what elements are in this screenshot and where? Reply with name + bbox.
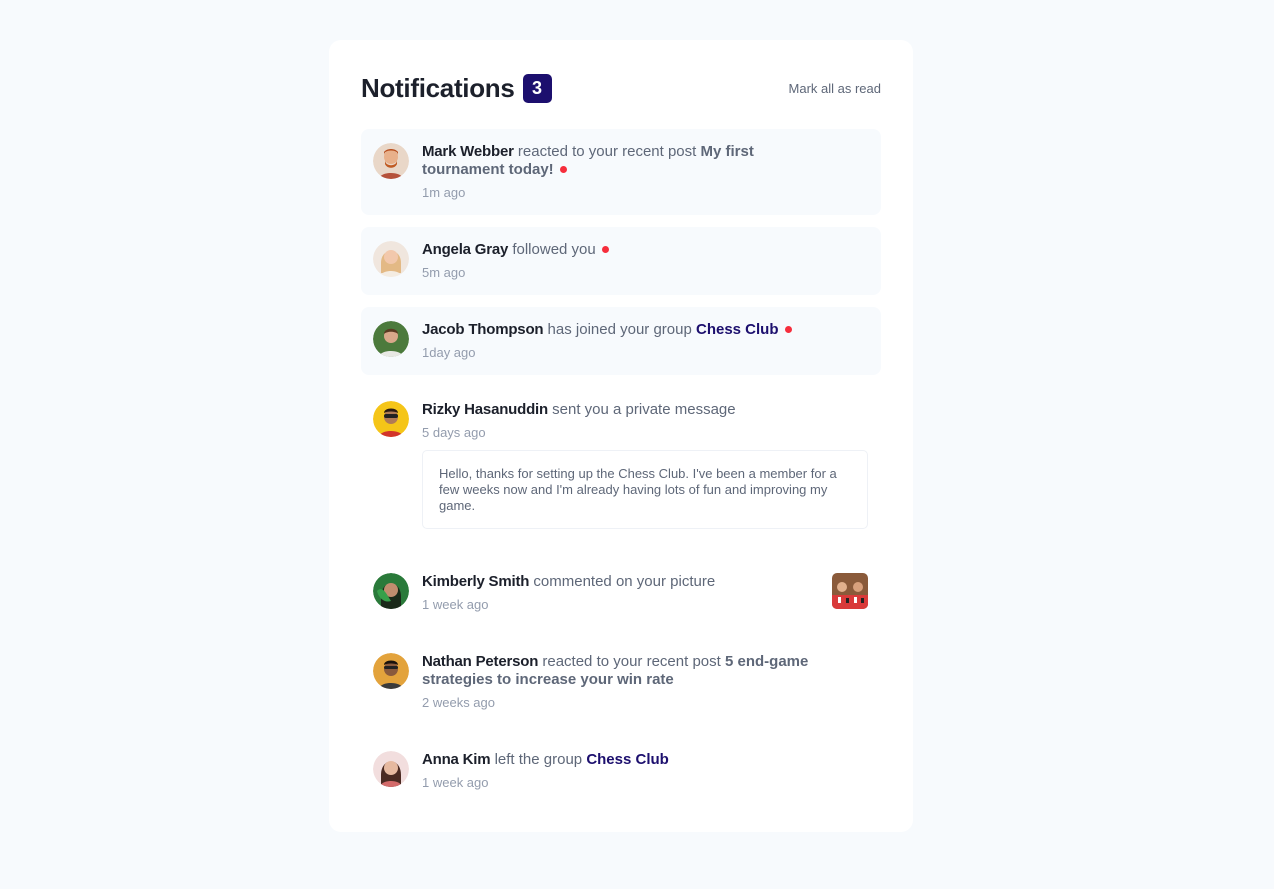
action-text: followed you: [508, 241, 596, 258]
notification-text: Mark Webber reacted to your recent post …: [422, 143, 869, 179]
user-name-link[interactable]: Rizky Hasanuddin: [422, 401, 548, 418]
avatar-rizky-hasanuddin[interactable]: [373, 401, 409, 437]
unread-dot: [784, 325, 792, 333]
action-text: commented on your picture: [529, 573, 716, 590]
user-name-link[interactable]: Mark Webber: [422, 143, 514, 160]
timestamp: 2 weeks ago: [422, 695, 495, 710]
user-name-link[interactable]: Kimberly Smith: [422, 573, 529, 590]
timestamp: 1day ago: [422, 345, 476, 360]
avatar-nathan-peterson[interactable]: [373, 653, 409, 689]
notification-item[interactable]: Anna Kim left the group Chess Club 1 wee…: [361, 737, 881, 805]
timestamp: 1 week ago: [422, 775, 489, 790]
notification-item[interactable]: Angela Gray followed you 5m ago: [361, 227, 881, 295]
avatar-mark-webber[interactable]: [373, 143, 409, 179]
notification-text: Anna Kim left the group Chess Club: [422, 751, 869, 769]
notification-text: Rizky Hasanuddin sent you a private mess…: [422, 401, 869, 419]
notification-item[interactable]: Jacob Thompson has joined your group Che…: [361, 307, 881, 375]
avatar-angela-gray[interactable]: [373, 241, 409, 277]
timestamp: 1 week ago: [422, 597, 489, 612]
notification-item[interactable]: Rizky Hasanuddin sent you a private mess…: [361, 387, 881, 547]
unread-count-badge: 3: [522, 73, 552, 103]
timestamp: 5 days ago: [422, 425, 486, 440]
notification-text: Angela Gray followed you: [422, 241, 869, 259]
notification-item[interactable]: Mark Webber reacted to your recent post …: [361, 129, 881, 215]
picture-thumbnail[interactable]: [832, 573, 868, 609]
notifications-card: Notifications 3 Mark all as read Mark We…: [329, 40, 913, 832]
action-text: reacted to your recent post: [538, 653, 725, 670]
private-message[interactable]: Hello, thanks for setting up the Chess C…: [422, 450, 868, 529]
unread-dot: [559, 165, 567, 173]
title-wrap: Notifications 3: [361, 73, 552, 104]
notification-text: Kimberly Smith commented on your picture: [422, 573, 869, 591]
user-name-link[interactable]: Anna Kim: [422, 751, 491, 768]
timestamp: 5m ago: [422, 265, 466, 280]
notification-item[interactable]: Kimberly Smith commented on your picture…: [361, 559, 881, 627]
avatar-jacob-thompson[interactable]: [373, 321, 409, 357]
group-link[interactable]: Chess Club: [696, 321, 779, 338]
avatar-kimberly-smith[interactable]: [373, 573, 409, 609]
avatar-anna-kim[interactable]: [373, 751, 409, 787]
mark-all-read-button[interactable]: Mark all as read: [789, 81, 881, 96]
timestamp: 1m ago: [422, 185, 466, 200]
group-link[interactable]: Chess Club: [586, 751, 669, 768]
user-name-link[interactable]: Angela Gray: [422, 241, 508, 258]
notification-list: Mark Webber reacted to your recent post …: [361, 129, 881, 805]
action-text: sent you a private message: [548, 401, 736, 418]
action-text: has joined your group: [543, 321, 696, 338]
notification-text: Nathan Peterson reacted to your recent p…: [422, 653, 869, 689]
notifications-header: Notifications 3 Mark all as read: [361, 40, 881, 128]
unread-dot: [601, 245, 609, 253]
notification-item[interactable]: Nathan Peterson reacted to your recent p…: [361, 639, 881, 725]
notification-text: Jacob Thompson has joined your group Che…: [422, 321, 869, 339]
user-name-link[interactable]: Nathan Peterson: [422, 653, 538, 670]
user-name-link[interactable]: Jacob Thompson: [422, 321, 544, 338]
action-text: left the group: [490, 751, 587, 768]
action-text: reacted to your recent post: [513, 143, 701, 160]
page-title: Notifications: [361, 72, 515, 103]
